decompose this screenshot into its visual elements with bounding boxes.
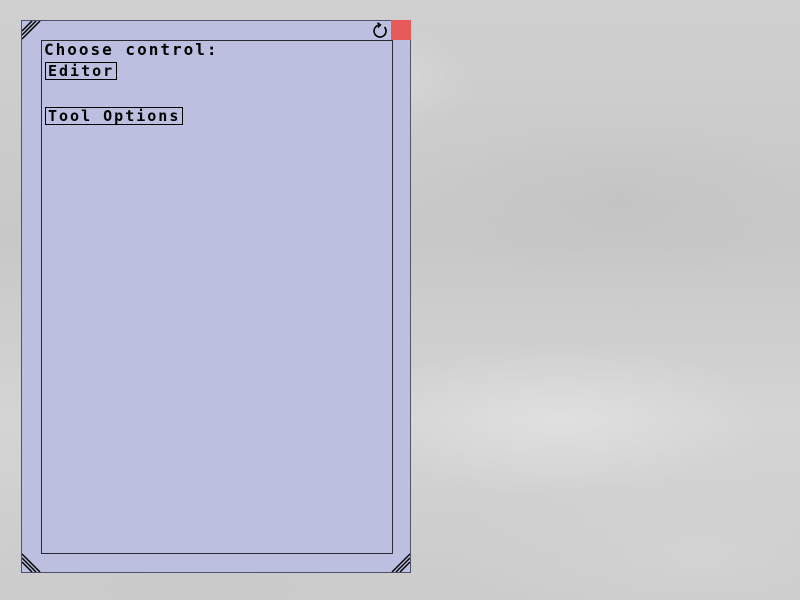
resize-grip-bottom-left-icon[interactable]	[22, 552, 42, 572]
tool-options-button[interactable]: Tool Options	[45, 107, 184, 125]
choose-control-label: Choose control:	[44, 40, 219, 59]
refresh-icon[interactable]	[371, 22, 389, 40]
close-button[interactable]	[391, 20, 411, 40]
resize-grip-top-left-icon[interactable]	[22, 21, 42, 41]
resize-grip-bottom-right-icon[interactable]	[390, 552, 410, 572]
control-chooser-window: Choose control: Editor Tool Options	[21, 20, 411, 573]
editor-button[interactable]: Editor	[45, 62, 118, 80]
